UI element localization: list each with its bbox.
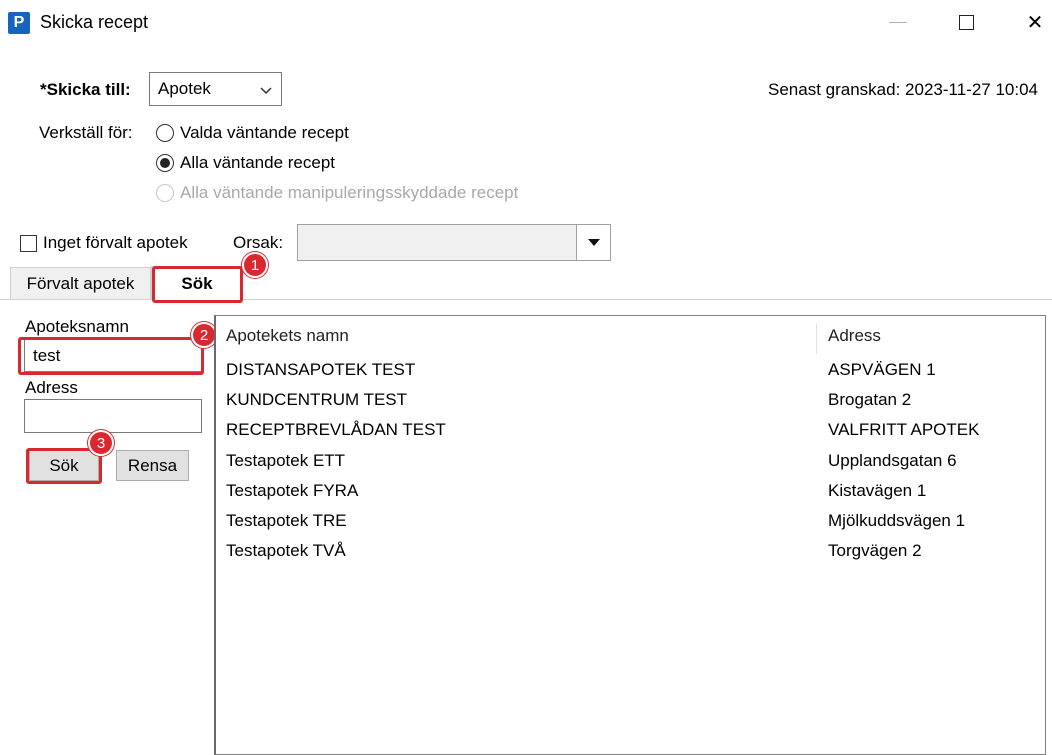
table-row[interactable]: Testapotek TVÅ Torgvägen 2 [226, 536, 1036, 566]
annotation-highlight-2 [18, 337, 204, 375]
last-reviewed-text: Senast granskad: 2023-11-27 10:04 [768, 80, 1038, 99]
row-name: RECEPTBREVLÅDAN TEST [226, 420, 446, 439]
address-label: Adress [25, 378, 78, 397]
radio-label: Valda väntande recept [180, 123, 349, 142]
clear-button-label: Rensa [127, 455, 178, 475]
row-name: Testapotek TVÅ [226, 541, 346, 560]
radio-checked-icon [156, 154, 174, 172]
table-row[interactable]: DISTANSAPOTEK TEST ASPVÄGEN 1 [226, 355, 1036, 385]
checkbox-label: Inget förvalt apotek [43, 233, 188, 252]
annotation-badge-1: 1 [242, 252, 268, 278]
row-address: Kistavägen 1 [828, 481, 927, 500]
pharmacy-name-label: Apoteksnamn [25, 317, 129, 336]
close-button[interactable]: ✕ [1012, 4, 1052, 40]
no-default-pharmacy-checkbox[interactable]: Inget förvalt apotek [20, 233, 188, 253]
row-name: DISTANSAPOTEK TEST [226, 360, 416, 379]
table-row[interactable]: RECEPTBREVLÅDAN TEST VALFRITT APOTEK [226, 415, 1036, 445]
row-address: ASPVÄGEN 1 [828, 360, 936, 379]
minimize-icon [889, 21, 907, 23]
apply-for-label: Verkställ för: [39, 123, 133, 142]
results-header: Apotekets namn Adress [226, 321, 1036, 351]
reason-combobox[interactable] [297, 224, 611, 261]
send-to-value: Apotek [158, 79, 211, 98]
annotation-badge-3: 3 [88, 430, 114, 456]
radio-disabled-icon [156, 184, 174, 202]
minimize-button[interactable] [875, 4, 921, 40]
send-to-label: *Skicka till: [40, 80, 131, 99]
radio-label: Alla väntande recept [180, 153, 335, 172]
maximize-button[interactable] [943, 4, 989, 40]
row-name: KUNDCENTRUM TEST [226, 390, 408, 409]
radio-selected-prescriptions[interactable]: Valda väntande recept [156, 123, 349, 143]
row-address: Torgvägen 2 [828, 541, 922, 560]
row-address: Mjölkuddsvägen 1 [828, 511, 966, 530]
results-list[interactable]: Apotekets namn Adress DISTANSAPOTEK TEST… [214, 315, 1046, 755]
maximize-icon [958, 14, 974, 30]
radio-icon [156, 124, 174, 142]
radio-tamper-proof-prescriptions: Alla väntande manipuleringsskyddade rece… [156, 183, 518, 203]
reason-dropdown-button[interactable] [576, 225, 610, 260]
chevron-down-icon [260, 87, 272, 95]
row-name: Testapotek TRE [226, 511, 347, 530]
close-icon: ✕ [1026, 11, 1044, 34]
row-address: VALFRITT APOTEK [828, 420, 980, 439]
column-header-address[interactable]: Adress [826, 326, 881, 346]
column-header-name[interactable]: Apotekets namn [226, 326, 826, 346]
tab-default-pharmacy[interactable]: Förvalt apotek [10, 267, 151, 299]
window-title: Skicka recept [40, 12, 149, 32]
row-address: Brogatan 2 [828, 390, 912, 409]
send-to-combobox[interactable]: Apotek [149, 72, 282, 106]
row-address: Upplandsgatan 6 [828, 451, 957, 470]
table-row[interactable]: Testapotek TRE Mjölkuddsvägen 1 [226, 506, 1036, 536]
app-icon: P [8, 12, 30, 34]
checkbox-icon [20, 234, 37, 252]
clear-button[interactable]: Rensa [116, 450, 189, 481]
row-name: Testapotek FYRA [226, 481, 359, 500]
radio-all-prescriptions[interactable]: Alla väntande recept [156, 153, 335, 173]
radio-label: Alla väntande manipuleringsskyddade rece… [180, 183, 519, 202]
caret-down-icon [587, 239, 600, 246]
row-name: Testapotek ETT [226, 451, 346, 470]
address-input[interactable] [24, 399, 202, 433]
annotation-highlight-3 [26, 448, 102, 484]
reason-label: Orsak: [233, 233, 284, 252]
tab-label: Förvalt apotek [26, 273, 135, 293]
annotation-highlight-1 [152, 266, 243, 303]
table-row[interactable]: Testapotek FYRA Kistavägen 1 [226, 476, 1036, 506]
table-row[interactable]: Testapotek ETT Upplandsgatan 6 [226, 446, 1036, 476]
table-row[interactable]: KUNDCENTRUM TEST Brogatan 2 [226, 385, 1036, 415]
